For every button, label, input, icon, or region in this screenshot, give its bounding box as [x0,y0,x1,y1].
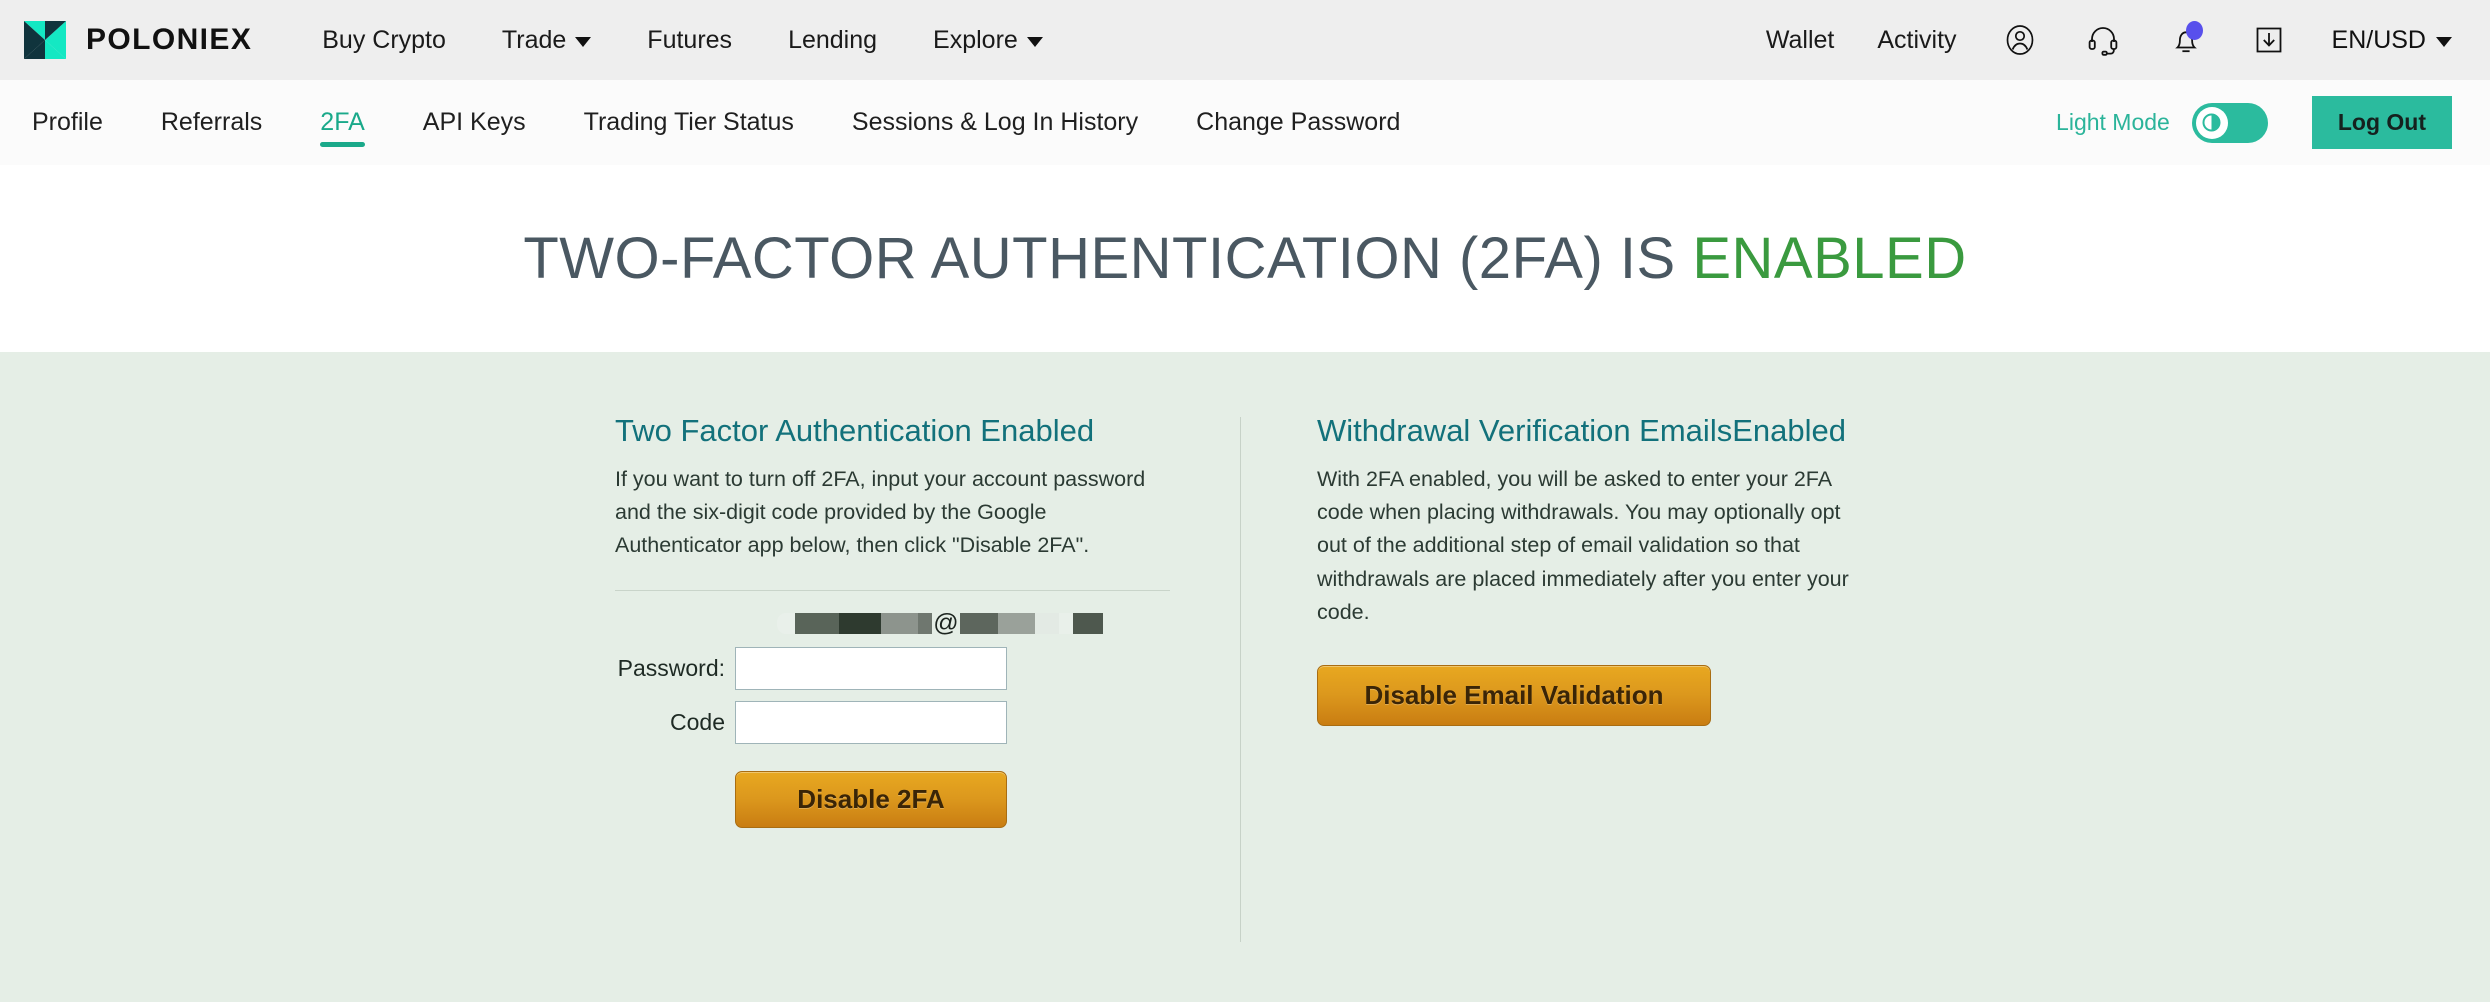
page-title-status: ENABLED [1692,226,1967,291]
right-card-description: With 2FA enabled, you will be asked to e… [1317,466,1849,624]
top-nav-right-group: Wallet Activity EN/USD [1766,20,2452,60]
tab-profile[interactable]: Profile [32,80,103,165]
tab-2fa-label: 2FA [320,108,365,136]
toggle-knob [2195,106,2228,139]
contrast-half-circle-icon [2202,113,2221,132]
tab-change-password-label: Change Password [1196,108,1401,136]
tab-profile-label: Profile [32,108,103,136]
main-content-area: Two Factor Authentication Enabled If you… [0,352,2490,1002]
tab-api-keys-label: API Keys [422,108,526,136]
tab-sessions-login-history[interactable]: Sessions & Log In History [852,80,1138,165]
nav-link-wallet-label: Wallet [1765,25,1835,54]
left-card-description: If you want to turn off 2FA, input your … [615,466,1146,558]
poloniex-butterfly-logo-icon [24,21,66,59]
password-input[interactable] [735,646,1007,690]
left-card-title: Two Factor Authentication Enabled [615,413,1095,448]
settings-tabs: Profile Referrals 2FA API Keys Trading T… [32,80,1400,165]
chevron-down-icon [575,37,592,47]
subnav-right-group: Light Mode Log Out [2056,96,2452,149]
disable-2fa-button[interactable]: Disable 2FA [735,770,1007,828]
tab-api-keys[interactable]: API Keys [423,80,526,165]
light-mode-label: Light Mode [2056,109,2170,135]
nav-link-futures-label: Futures [647,25,733,54]
account-email-row: @ [615,591,1170,647]
hero-banner: TWO-FACTOR AUTHENTICATION (2FA) IS ENABL… [0,165,2490,352]
nav-link-lending-label: Lending [788,25,878,54]
tab-referrals[interactable]: Referrals [161,80,262,165]
tab-sessions-login-history-label: Sessions & Log In History [851,108,1139,136]
tab-trading-tier-status-label: Trading Tier Status [583,108,794,136]
log-out-button[interactable]: Log Out [2311,96,2452,149]
light-mode-toggle[interactable] [2191,102,2268,143]
chevron-down-icon [2436,37,2452,47]
nav-link-buy-crypto-label: Buy Crypto [322,25,446,54]
nav-link-explore[interactable]: Explore [933,26,1043,55]
two-factor-auth-panel: Two Factor Authentication Enabled If you… [615,412,1240,1002]
withdrawal-verification-panel: Withdrawal Verification EmailsEnabled Wi… [1241,412,1875,1002]
code-input[interactable] [735,700,1007,744]
tab-trading-tier-status[interactable]: Trading Tier Status [584,80,794,165]
nav-link-buy-crypto[interactable]: Buy Crypto [322,26,446,55]
nav-link-activity-label: Activity [1877,25,1957,54]
top-navigation-bar: POLONIEX Buy Crypto Trade Futures Lendin… [0,0,2490,80]
email-at-symbol: @ [933,609,959,638]
right-card-title: Withdrawal Verification EmailsEnabled [1317,413,1846,448]
page-title: TWO-FACTOR AUTHENTICATION (2FA) IS ENABL… [523,225,1966,292]
disable-email-validation-button[interactable]: Disable Email Validation [1317,665,1711,727]
nav-link-futures[interactable]: Futures [647,26,732,55]
primary-nav-links: Buy Crypto Trade Futures Lending Explore [322,26,1043,55]
masked-account-email: @ [777,609,1103,638]
language-currency-selector[interactable]: EN/USD [2332,26,2452,55]
chevron-down-icon [1026,37,1043,47]
notification-bell-icon[interactable] [2166,20,2206,60]
nav-link-trade-label: Trade [501,25,567,54]
download-inbox-icon[interactable] [2249,20,2289,60]
tab-2fa[interactable]: 2FA [320,80,366,165]
disable-2fa-button-row: Disable 2FA [615,770,1170,828]
nav-link-trade[interactable]: Trade [501,25,592,55]
password-field-row: Password: [615,646,1170,690]
notification-badge [2185,21,2203,40]
tab-change-password[interactable]: Change Password [1196,80,1400,165]
code-label: Code [670,708,725,735]
brand-name: POLONIEX [86,23,253,56]
tab-referrals-label: Referrals [160,108,263,136]
password-label: Password: [617,654,725,681]
nav-link-explore-label: Explore [933,25,1018,54]
user-account-icon[interactable] [2000,20,2040,60]
headset-support-icon[interactable] [2083,20,2123,60]
nav-link-lending[interactable]: Lending [788,26,877,55]
two-column-layout: Two Factor Authentication Enabled If you… [615,412,1875,1002]
nav-link-activity[interactable]: Activity [1877,26,1956,55]
language-currency-label: EN/USD [2331,25,2426,54]
code-field-row: Code [615,700,1170,744]
account-settings-tab-bar: Profile Referrals 2FA API Keys Trading T… [0,80,2490,165]
nav-link-wallet[interactable]: Wallet [1766,26,1835,55]
brand-logo-group[interactable]: POLONIEX [22,17,252,63]
page-title-prefix: TWO-FACTOR AUTHENTICATION (2FA) IS [523,226,1693,291]
